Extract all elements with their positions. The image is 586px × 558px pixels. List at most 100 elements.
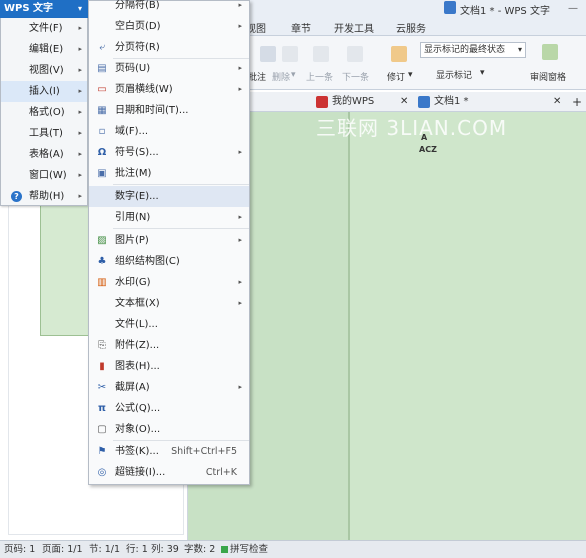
- insert-bookmark[interactable]: ⚑ 书签(K)... Shift+Ctrl+F5: [89, 441, 249, 462]
- page-break-icon: ⤶: [99, 42, 105, 53]
- show-markup-button[interactable]: 显示标记: [436, 68, 472, 81]
- review-pane-button[interactable]: 审阅窗格: [530, 70, 566, 83]
- insert-chart[interactable]: ▮ 图表(H)...: [89, 356, 249, 377]
- menu-help[interactable]: ? 帮助(H) ▸: [1, 186, 87, 207]
- markup-state-select[interactable]: 显示标记的最终状态 ▾: [420, 42, 526, 58]
- delete-button[interactable]: 删除: [272, 70, 290, 83]
- wps-app-label: WPS 文字: [4, 3, 54, 14]
- insert-attachment[interactable]: ⎘ 附件(Z)...: [89, 335, 249, 356]
- insert-symbol[interactable]: Ω 符号(S)... ▸: [89, 142, 249, 163]
- menu-format[interactable]: 格式(O) ▸: [1, 102, 87, 123]
- submenu-arrow-icon: ▸: [238, 278, 242, 286]
- formula-icon: π: [98, 403, 106, 414]
- insert-field-label: 域(F)...: [115, 126, 149, 137]
- insert-watermark[interactable]: ▥ 水印(G) ▸: [89, 272, 249, 293]
- insert-blank-page-label: 空白页(D): [115, 21, 161, 32]
- spell-check-icon: [221, 546, 228, 553]
- next-comment-button[interactable]: 下一条: [342, 70, 369, 83]
- menu-file-label: 文件(F): [29, 23, 63, 34]
- status-word-count[interactable]: 字数: 2: [184, 541, 215, 558]
- comment-button[interactable]: 批注: [248, 70, 266, 83]
- tab-developer[interactable]: 开发工具: [334, 20, 374, 35]
- submenu-arrow-icon: ▸: [238, 148, 242, 156]
- menu-insert-label: 插入(I): [29, 86, 60, 97]
- date-time-icon: ▦: [97, 105, 107, 116]
- menu-insert[interactable]: 插入(I) ▸: [1, 81, 87, 102]
- menu-file[interactable]: 文件(F) ▸: [1, 18, 87, 39]
- document-text-line-2: ACZ: [419, 145, 437, 154]
- tab-close-my-wps[interactable]: ✕: [400, 94, 408, 110]
- insert-org-chart[interactable]: ♣ 组织结构图(C): [89, 251, 249, 272]
- menu-tools[interactable]: 工具(T) ▸: [1, 123, 87, 144]
- hyperlink-icon: ◎: [97, 467, 107, 478]
- bookmark-icon: ⚑: [97, 446, 107, 457]
- prev-comment-button[interactable]: 上一条: [306, 70, 333, 83]
- page-thumbnail[interactable]: [40, 190, 92, 336]
- insert-header-line[interactable]: ▭ 页眉横线(W) ▸: [89, 79, 249, 100]
- document-page[interactable]: [348, 112, 586, 540]
- insert-number[interactable]: 数字(E)...: [89, 186, 249, 207]
- spell-check-toggle[interactable]: 拼写检查: [230, 541, 268, 558]
- insert-hyperlink[interactable]: ◎ 超链接(I)... Ctrl+K: [89, 462, 249, 483]
- delete-caret: ▾: [291, 70, 296, 80]
- tab-chapter[interactable]: 章节: [291, 20, 311, 35]
- ribbon-tab-bar: 视图 章节 开发工具 云服务: [246, 18, 586, 36]
- insert-screenshot[interactable]: ✂ 截屏(A) ▸: [89, 377, 249, 398]
- status-section: 节: 1/1: [89, 544, 121, 555]
- tab-document1[interactable]: 文档1 *: [434, 94, 469, 110]
- blank-page-icon: [96, 21, 108, 33]
- submenu-arrow-icon: ▸: [78, 24, 82, 32]
- tab-close-document1[interactable]: ✕: [553, 94, 561, 110]
- revise-button[interactable]: 修订: [387, 70, 405, 83]
- menu-view[interactable]: 视图(V) ▸: [1, 60, 87, 81]
- insert-watermark-label: 水印(G): [115, 277, 151, 288]
- menu-table[interactable]: 表格(A) ▸: [1, 144, 87, 165]
- insert-formula[interactable]: π 公式(Q)...: [89, 398, 249, 419]
- insert-file[interactable]: 文件(L)...: [89, 314, 249, 335]
- minimize-button[interactable]: —: [560, 0, 586, 18]
- document-icon: [444, 1, 456, 14]
- revise-caret: ▾: [408, 70, 413, 80]
- insert-hyperlink-shortcut: Ctrl+K: [205, 467, 237, 478]
- submenu-arrow-icon: ▸: [238, 236, 242, 244]
- insert-reference[interactable]: 引用(N) ▸: [89, 207, 249, 228]
- status-pages: 页面: 1/1: [42, 544, 83, 555]
- menu-table-label: 表格(A): [29, 149, 64, 160]
- insert-separator[interactable]: 分隔符(B) ▸: [89, 0, 249, 16]
- insert-page-number-label: 页码(U): [115, 63, 151, 74]
- menu-window[interactable]: 窗口(W) ▸: [1, 165, 87, 186]
- insert-reference-label: 引用(N): [115, 212, 151, 223]
- wps-app-button[interactable]: WPS 文字 ▾: [0, 0, 88, 18]
- menu-edit[interactable]: 编辑(E) ▸: [1, 39, 87, 60]
- delete-icon: [282, 46, 298, 62]
- insert-page-number[interactable]: ▤ 页码(U) ▸: [89, 58, 249, 79]
- submenu-arrow-icon: ▸: [78, 129, 82, 137]
- insert-comment[interactable]: ▣ 批注(M): [89, 163, 249, 184]
- insert-textbox-label: 文本框(X): [115, 298, 160, 309]
- submenu-arrow-icon: ▸: [238, 213, 242, 221]
- insert-page-break[interactable]: ⤶ 分页符(R): [89, 37, 249, 58]
- new-tab-button[interactable]: +: [572, 94, 582, 110]
- tab-cloud[interactable]: 云服务: [396, 20, 426, 35]
- markup-state-caret: ▾: [517, 45, 522, 54]
- number-icon: [96, 191, 108, 203]
- insert-comment-label: 批注(M): [115, 168, 152, 179]
- insert-org-chart-label: 组织结构图(C): [115, 256, 180, 267]
- insert-picture[interactable]: ▨ 图片(P) ▸: [89, 230, 249, 251]
- submenu-arrow-icon: ▸: [78, 45, 82, 53]
- screenshot-icon: ✂: [97, 382, 107, 393]
- chart-icon: ▮: [99, 361, 105, 372]
- insert-object[interactable]: ▢ 对象(O)...: [89, 419, 249, 440]
- insert-field[interactable]: ▫ 域(F)...: [89, 121, 249, 142]
- revise-icon: [391, 46, 407, 62]
- comment-icon: [260, 46, 276, 62]
- insert-blank-page[interactable]: 空白页(D) ▸: [89, 16, 249, 37]
- tab-my-wps[interactable]: 我的WPS: [332, 94, 374, 110]
- status-bar: 页码: 1 页面: 1/1 节: 1/1 行: 1 列: 39 字数: 2 拼写…: [0, 540, 586, 558]
- insert-date-time[interactable]: ▦ 日期和时间(T)...: [89, 100, 249, 121]
- submenu-arrow-icon: ▸: [78, 171, 82, 179]
- insert-file-label: 文件(L)...: [115, 319, 158, 330]
- submenu-arrow-icon: ▸: [78, 192, 82, 200]
- insert-textbox[interactable]: 文本框(X) ▸: [89, 293, 249, 314]
- submenu-arrow-icon: ▸: [238, 299, 242, 307]
